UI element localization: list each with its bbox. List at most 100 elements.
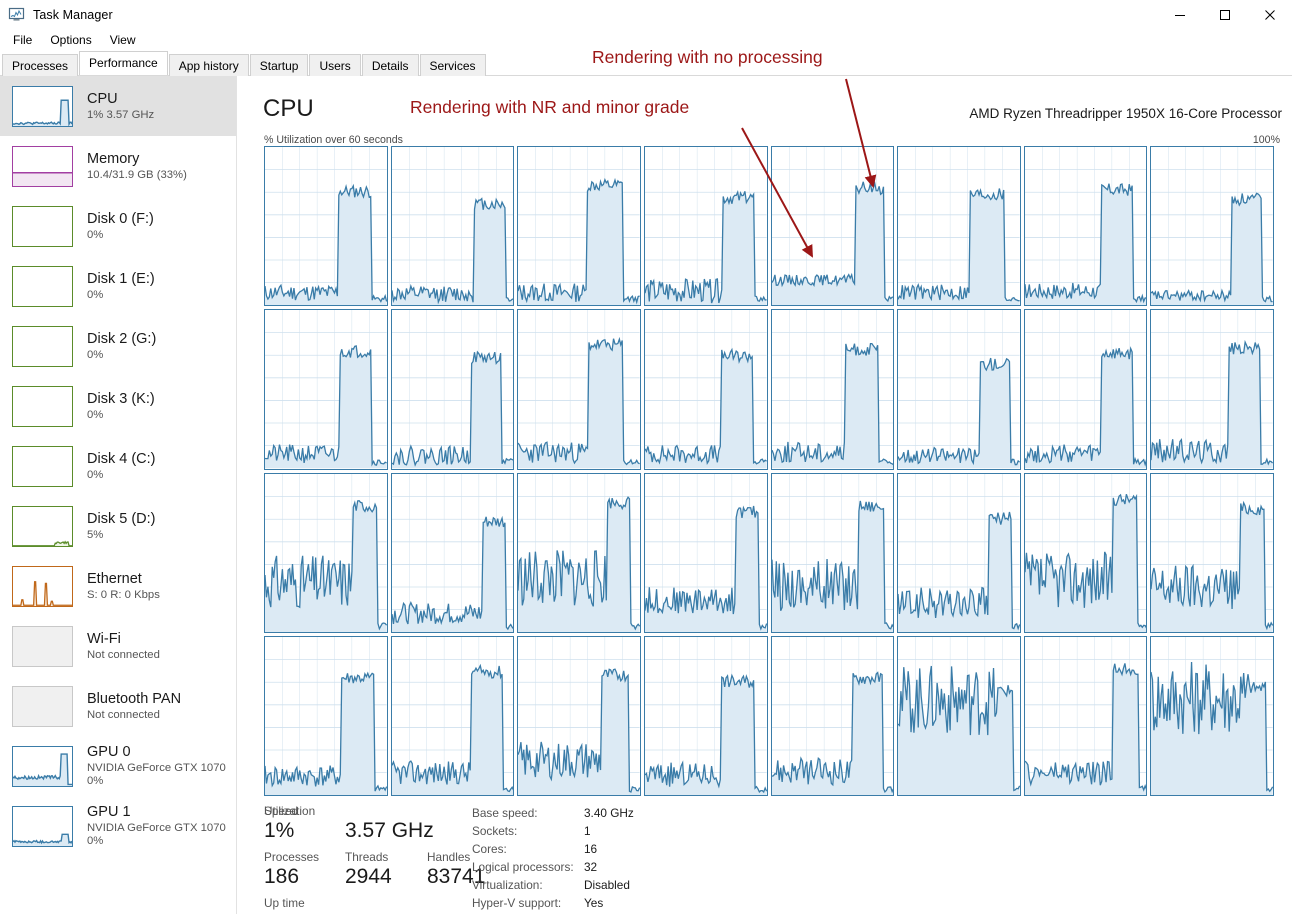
- cpu-core-graph[interactable]: [517, 146, 641, 307]
- sidebar-item-bluetooth-pan[interactable]: Bluetooth PAN Not connected: [0, 676, 236, 736]
- menu-view[interactable]: View: [101, 31, 145, 49]
- sidebar-item-sub: NVIDIA GeForce GTX 1070: [87, 822, 226, 835]
- sidebar-item-sub: Not connected: [87, 648, 160, 661]
- sidebar-item-label: Disk 3 (K:): [87, 390, 155, 407]
- sidebar-item-disk-5-d[interactable]: Disk 5 (D:) 5%: [0, 496, 236, 556]
- cpu-core-graph[interactable]: [264, 635, 388, 796]
- cpu-core-graph[interactable]: [264, 146, 388, 307]
- cpu-core-graph[interactable]: [390, 635, 515, 796]
- sidebar-thumbnail: [12, 205, 73, 247]
- sidebar-thumbnail: [12, 85, 73, 127]
- sidebar-item-disk-4-c[interactable]: Disk 4 (C:) 0%: [0, 436, 236, 496]
- sidebar-item-text: Disk 0 (F:) 0%: [87, 211, 154, 242]
- sidebar-item-sub2: 0%: [87, 835, 104, 848]
- minimize-button[interactable]: [1157, 0, 1202, 29]
- sidebar-item-sub: 0%: [87, 468, 104, 481]
- cpu-detail-row: Virtualization: Disabled: [472, 876, 634, 894]
- menu-file[interactable]: File: [4, 31, 41, 49]
- tab-startup[interactable]: Startup: [249, 54, 309, 76]
- sidebar-item-disk-0-f[interactable]: Disk 0 (F:) 0%: [0, 196, 236, 256]
- sidebar-item-label: Ethernet: [87, 570, 142, 587]
- sidebar-item-wi-fi[interactable]: Wi-Fi Not connected: [0, 616, 236, 676]
- cpu-core-graph[interactable]: [643, 309, 768, 470]
- cpu-detail-row: Hyper-V support: Yes: [472, 894, 634, 912]
- sidebar-item-disk-2-g[interactable]: Disk 2 (G:) 0%: [0, 316, 236, 376]
- cpu-core-graph[interactable]: [770, 309, 895, 470]
- tab-services[interactable]: Services: [419, 54, 486, 76]
- sidebar-item-text: Wi-Fi Not connected: [87, 631, 160, 662]
- sidebar-item-text: GPU 1 NVIDIA GeForce GTX 1070 0%: [87, 804, 226, 848]
- sidebar-thumbnail: [12, 805, 73, 847]
- sidebar-item-gpu-0[interactable]: GPU 0 NVIDIA GeForce GTX 1070 0%: [0, 736, 236, 796]
- tab-performance[interactable]: Performance: [79, 51, 168, 75]
- detail-value: Disabled: [584, 878, 630, 892]
- cpu-core-graph[interactable]: [770, 146, 895, 307]
- cpu-core-graph[interactable]: [770, 635, 895, 796]
- sidebar-item-text: Disk 4 (C:) 0%: [87, 451, 155, 482]
- sidebar-item-memory[interactable]: Memory 10.4/31.9 GB (33%): [0, 136, 236, 196]
- cpu-core-graph[interactable]: [1023, 309, 1148, 470]
- cpu-core-graph[interactable]: [1150, 146, 1274, 307]
- sidebar-item-disk-3-k[interactable]: Disk 3 (K:) 0%: [0, 376, 236, 436]
- detail-key: Base speed:: [472, 806, 538, 820]
- tab-processes[interactable]: Processes: [2, 54, 79, 76]
- cpu-core-graph[interactable]: [517, 472, 641, 633]
- close-button[interactable]: [1247, 0, 1292, 29]
- cpu-core-graph[interactable]: [1150, 309, 1274, 470]
- cpu-core-graph[interactable]: [897, 146, 1021, 307]
- cpu-core-graph[interactable]: [643, 146, 768, 307]
- resource-sidebar[interactable]: CPU 1% 3.57 GHz Memory 10.4/31.9 GB (33%) Di…: [0, 76, 237, 914]
- sidebar-item-sub: S: 0 R: 0 Kbps: [87, 588, 160, 601]
- cpu-core-graph[interactable]: [1023, 472, 1148, 633]
- cpu-core-graph[interactable]: [897, 472, 1021, 633]
- sidebar-item-text: Disk 5 (D:) 5%: [87, 511, 155, 542]
- stat-value-processes: 186: [264, 865, 300, 888]
- menu-options[interactable]: Options: [41, 31, 100, 49]
- graph-max-label: 100%: [1252, 134, 1280, 146]
- cpu-core-graph[interactable]: [390, 472, 515, 633]
- cpu-core-graph[interactable]: [770, 472, 895, 633]
- sidebar-item-text: Memory 10.4/31.9 GB (33%): [87, 151, 187, 182]
- sidebar-item-label: Memory: [87, 150, 140, 167]
- cpu-core-graph[interactable]: [1150, 472, 1274, 633]
- sidebar-item-sub: NVIDIA GeForce GTX 1070: [87, 762, 226, 775]
- window-title: Task Manager: [33, 7, 113, 22]
- logical-processor-grid: [264, 146, 1274, 796]
- cpu-core-graph[interactable]: [1023, 635, 1148, 796]
- cpu-core-graph[interactable]: [1150, 635, 1274, 796]
- tab-users[interactable]: Users: [309, 54, 361, 76]
- sidebar-item-ethernet[interactable]: Ethernet S: 0 R: 0 Kbps: [0, 556, 236, 616]
- cpu-core-graph[interactable]: [517, 309, 641, 470]
- maximize-button[interactable]: [1202, 0, 1247, 29]
- cpu-core-graph[interactable]: [643, 472, 768, 633]
- sidebar-item-label: Bluetooth PAN: [87, 690, 182, 707]
- tab-details[interactable]: Details: [361, 54, 419, 76]
- cpu-core-graph[interactable]: [264, 472, 388, 633]
- graph-caption: % Utilization over 60 seconds: [264, 134, 403, 146]
- stat-label-handles: Handles: [427, 850, 471, 864]
- stat-label-processes: Processes: [264, 850, 320, 864]
- cpu-core-graph[interactable]: [390, 146, 515, 307]
- cpu-core-graph[interactable]: [897, 309, 1021, 470]
- cpu-core-graph[interactable]: [390, 309, 515, 470]
- tab-app-history[interactable]: App history: [168, 54, 249, 76]
- sidebar-item-cpu[interactable]: CPU 1% 3.57 GHz: [0, 76, 236, 136]
- sidebar-item-gpu-1[interactable]: GPU 1 NVIDIA GeForce GTX 1070 0%: [0, 796, 236, 856]
- sidebar-item-text: Bluetooth PAN Not connected: [87, 691, 181, 722]
- cpu-detail-row: Cores: 16: [472, 840, 634, 858]
- sidebar-item-sub: 0%: [87, 288, 104, 301]
- sidebar-item-label: CPU: [87, 90, 118, 107]
- sidebar-item-text: Ethernet S: 0 R: 0 Kbps: [87, 571, 160, 602]
- cpu-core-graph[interactable]: [897, 635, 1021, 796]
- sidebar-item-text: Disk 2 (G:) 0%: [87, 331, 156, 362]
- sidebar-thumbnail: [12, 505, 73, 547]
- annotation-nr-minor-grade: Rendering with NR and minor grade: [410, 97, 690, 117]
- sidebar-thumbnail: [12, 265, 73, 307]
- cpu-core-graph[interactable]: [264, 309, 388, 470]
- cpu-core-graph[interactable]: [1023, 146, 1148, 307]
- cpu-core-graph[interactable]: [643, 635, 768, 796]
- cpu-core-graph[interactable]: [517, 635, 641, 796]
- stat-value-utilization: 1%: [264, 819, 295, 842]
- sidebar-item-disk-1-e[interactable]: Disk 1 (E:) 0%: [0, 256, 236, 316]
- sidebar-item-text: Disk 1 (E:) 0%: [87, 271, 155, 302]
